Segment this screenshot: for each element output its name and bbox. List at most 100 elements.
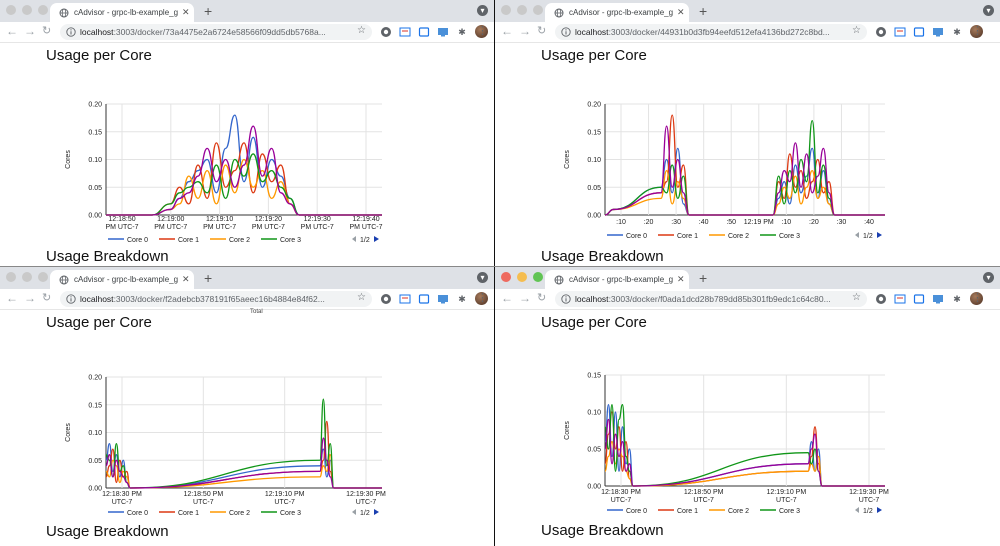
extension-reader-icon[interactable] [418, 26, 430, 38]
extension-reader-icon[interactable] [418, 293, 430, 305]
more-menu-icon[interactable]: ⋮ [477, 291, 488, 304]
extension-translate-icon[interactable] [894, 293, 906, 305]
extension-profile-icon[interactable] [875, 293, 887, 305]
bookmark-star-icon[interactable]: ☆ [852, 292, 861, 303]
minimize-window-button[interactable] [22, 272, 32, 282]
bookmark-star-icon[interactable]: ☆ [357, 292, 366, 303]
reload-icon[interactable]: ↻ [537, 24, 546, 37]
x-tick-label: 12:18:50 [108, 216, 135, 223]
y-tick-label: 0.00 [88, 486, 102, 493]
series-line-4 [604, 125, 885, 216]
browser-tab[interactable]: cAdvisor - grpc-lb-example_g ✕ [50, 3, 194, 22]
browser-tab[interactable]: cAdvisor - grpc-lb-example_g ✕ [545, 270, 689, 289]
bookmark-star-icon[interactable]: ☆ [852, 25, 861, 36]
new-tab-button[interactable]: + [699, 3, 707, 19]
extension-profile-icon[interactable] [380, 26, 392, 38]
minimize-window-button[interactable] [517, 5, 527, 15]
zoom-window-button[interactable] [533, 272, 543, 282]
tab-search-icon[interactable]: ▾ [983, 5, 994, 16]
y-tick-label: 0.05 [88, 185, 102, 192]
close-window-button[interactable] [501, 5, 511, 15]
back-arrow-icon[interactable]: ← [501, 291, 513, 305]
extension-reader-icon[interactable] [913, 293, 925, 305]
legend-label: Core 0 [127, 510, 148, 517]
extension-screen-icon[interactable] [437, 26, 449, 38]
new-tab-button[interactable]: + [699, 270, 707, 286]
browser-tab[interactable]: cAdvisor - grpc-lb-example_g ✕ [50, 270, 194, 289]
browser-window: cAdvisor - grpc-lb-example_g ✕ + ▾ ← → ↻… [495, 267, 1000, 546]
zoom-window-button[interactable] [38, 5, 48, 15]
new-tab-button[interactable]: + [204, 270, 212, 286]
forward-arrow-icon[interactable]: → [24, 24, 36, 38]
minimize-window-button[interactable] [517, 272, 527, 282]
more-menu-icon[interactable]: ⋮ [972, 291, 983, 304]
close-window-button[interactable] [6, 5, 16, 15]
tab-search-icon[interactable]: ▾ [477, 5, 488, 16]
legend-label: Core 1 [677, 233, 698, 240]
series-line-0 [105, 442, 382, 489]
x-tick-label: UTC-7 [274, 499, 295, 506]
back-arrow-icon[interactable]: ← [6, 291, 18, 305]
back-arrow-icon[interactable]: ← [6, 24, 18, 38]
info-icon[interactable] [561, 294, 571, 304]
tab-search-icon[interactable]: ▾ [983, 272, 994, 283]
extensions-puzzle-icon[interactable]: ✱ [456, 26, 468, 38]
zoom-window-button[interactable] [38, 272, 48, 282]
reload-icon[interactable]: ↻ [42, 291, 51, 304]
extension-translate-icon[interactable] [399, 293, 411, 305]
x-tick-label: 12:18:30 PM [601, 489, 641, 496]
new-tab-button[interactable]: + [204, 3, 212, 19]
x-tick-label: 12:19:00 [157, 216, 184, 223]
close-window-button[interactable] [6, 272, 16, 282]
extensions-puzzle-icon[interactable]: ✱ [456, 293, 468, 305]
more-menu-icon[interactable]: ⋮ [972, 24, 983, 37]
legend-next-arrow [877, 232, 882, 238]
extension-screen-icon[interactable] [437, 293, 449, 305]
info-icon[interactable] [66, 294, 76, 304]
x-tick-label: PM UTC-7 [301, 224, 334, 231]
tab-search-icon[interactable]: ▾ [477, 272, 488, 283]
bookmark-star-icon[interactable]: ☆ [357, 25, 366, 36]
x-tick-label: :50 [726, 219, 736, 226]
close-tab-icon[interactable]: ✕ [182, 7, 190, 18]
zoom-window-button[interactable] [533, 5, 543, 15]
close-window-button[interactable] [501, 272, 511, 282]
forward-arrow-icon[interactable]: → [24, 291, 36, 305]
y-tick-label: 0.10 [88, 157, 102, 164]
more-menu-icon[interactable]: ⋮ [477, 24, 488, 37]
series-line-3 [105, 153, 382, 216]
browser-tab[interactable]: cAdvisor - grpc-lb-example_g ✕ [545, 3, 689, 22]
reload-icon[interactable]: ↻ [42, 24, 51, 37]
forward-arrow-icon[interactable]: → [519, 24, 531, 38]
legend-label: Core 3 [779, 233, 800, 240]
address-bar[interactable]: localhost:3003/docker/44931b0d3fb94eefd5… [555, 24, 867, 40]
legend-prev-arrow [352, 236, 356, 242]
extension-reader-icon[interactable] [913, 26, 925, 38]
reload-icon[interactable]: ↻ [537, 291, 546, 304]
address-bar[interactable]: localhost:3003/docker/f2adebcb378191f65a… [60, 291, 372, 307]
close-tab-icon[interactable]: ✕ [677, 7, 685, 18]
extension-translate-icon[interactable] [399, 26, 411, 38]
extension-screen-icon[interactable] [932, 293, 944, 305]
extensions-puzzle-icon[interactable]: ✱ [951, 293, 963, 305]
extension-screen-icon[interactable] [932, 26, 944, 38]
extensions-puzzle-icon[interactable]: ✱ [951, 26, 963, 38]
address-bar[interactable]: localhost:3003/docker/f0ada1dcd28b789dd8… [555, 291, 867, 307]
info-icon[interactable] [66, 27, 76, 37]
minimize-window-button[interactable] [22, 5, 32, 15]
extension-profile-icon[interactable] [380, 293, 392, 305]
x-tick-label: 12:18:30 PM [102, 491, 142, 498]
forward-arrow-icon[interactable]: → [519, 291, 531, 305]
back-arrow-icon[interactable]: ← [501, 24, 513, 38]
info-icon[interactable] [561, 27, 571, 37]
legend-prev-arrow [855, 232, 859, 238]
extension-translate-icon[interactable] [894, 26, 906, 38]
x-tick-label: UTC-7 [859, 497, 880, 504]
address-bar[interactable]: localhost:3003/docker/73a4475e2a6724e585… [60, 24, 372, 40]
extension-profile-icon[interactable] [875, 26, 887, 38]
close-tab-icon[interactable]: ✕ [677, 274, 685, 285]
series-line-2 [105, 454, 382, 489]
close-tab-icon[interactable]: ✕ [182, 274, 190, 285]
url-text: localhost:3003/docker/f0ada1dcd28b789dd8… [575, 294, 831, 304]
legend-prev-arrow [352, 509, 356, 515]
